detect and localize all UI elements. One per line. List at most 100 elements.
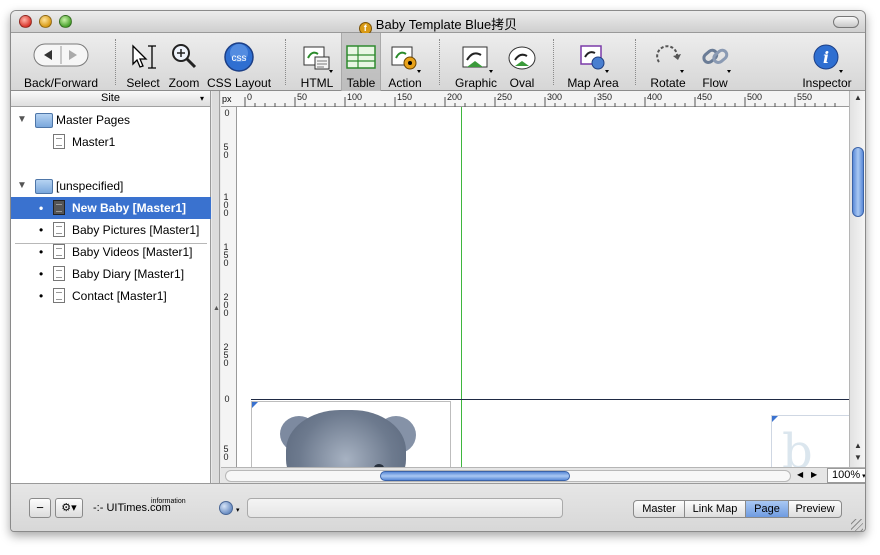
bullet-icon: •: [39, 223, 44, 237]
page-item-label: Baby Diary [Master1]: [72, 267, 185, 281]
globe-dropdown-icon[interactable]: ▾: [236, 506, 240, 514]
view-tab-link-map[interactable]: Link Map: [684, 500, 746, 518]
sidebar-splitter[interactable]: ▲: [212, 91, 220, 483]
ruler-tick: 150: [223, 242, 229, 268]
page-item-baby-videos[interactable]: • Baby Videos [Master1]: [11, 241, 211, 263]
info-icon: i: [813, 44, 843, 73]
toolbar: Back/Forward Select Zoom css CSS Layout …: [11, 33, 865, 91]
html-tool-button[interactable]: HTML: [295, 33, 339, 91]
oval-tool-button[interactable]: Oval: [503, 33, 541, 91]
master-page-item[interactable]: Master1: [11, 131, 211, 153]
action-gear-menu-button[interactable]: ⚙▾: [55, 498, 83, 518]
action-gear-icon: [391, 46, 421, 73]
page-item-baby-diary[interactable]: • Baby Diary [Master1]: [11, 263, 211, 285]
bullet-icon: •: [39, 267, 44, 281]
vertical-scrollbar[interactable]: ▲ ▲ ▼: [849, 91, 865, 467]
page-icon: [53, 134, 65, 149]
minus-label: −: [36, 500, 44, 515]
flow-tool-button[interactable]: Flow: [695, 33, 735, 91]
page-icon: [53, 266, 65, 281]
decorative-letter: b: [782, 424, 813, 467]
table-grid-icon: [346, 45, 376, 69]
graphic-tool-button[interactable]: Graphic: [451, 33, 501, 91]
master-pages-folder[interactable]: ▼ Master Pages: [11, 109, 211, 131]
site-sidebar: Site ▾ ▼ Master Pages Master1 ▼ [unspeci…: [11, 91, 211, 483]
scroll-right-icon[interactable]: ▶: [811, 470, 817, 479]
inspector-button[interactable]: i Inspector: [797, 33, 857, 91]
toolbar-separator: [635, 39, 636, 85]
box-corner-marker: [252, 402, 258, 408]
page-item-new-baby[interactable]: • New Baby [Master1]: [11, 197, 211, 219]
view-tab-page[interactable]: Page: [745, 500, 789, 518]
rotate-icon: [656, 45, 684, 73]
globe-icon[interactable]: [219, 501, 233, 515]
css-badge-text: css: [232, 53, 247, 64]
window-title: f Baby Template Blue拷贝: [11, 14, 865, 35]
zoom-level-field[interactable]: 100% ▾: [827, 468, 865, 483]
select-tool-button[interactable]: Select: [123, 33, 163, 91]
scroll-left-icon[interactable]: ◀: [797, 470, 803, 479]
horizontal-guide-line[interactable]: [251, 399, 849, 400]
ruler-unit-label: px: [222, 94, 232, 104]
folder-icon: [35, 179, 53, 194]
rotate-tool-button[interactable]: Rotate: [643, 33, 693, 91]
unspecified-folder[interactable]: ▼ [unspecified]: [11, 175, 211, 197]
graphic-box-icon: [462, 46, 493, 73]
page-icon: [53, 200, 65, 215]
table-tool-button[interactable]: Table: [341, 33, 381, 91]
folder-label: [unspecified]: [56, 179, 124, 193]
zoom-tool-button[interactable]: Zoom: [165, 33, 203, 91]
horizontal-scroll-thumb[interactable]: [380, 471, 570, 481]
vertical-scroll-thumb[interactable]: [852, 147, 864, 217]
oval-label: Oval: [509, 76, 535, 90]
title-text-box[interactable]: b: [771, 415, 849, 467]
zoom-level-value: 100%: [832, 469, 861, 481]
resize-grip-icon[interactable]: [851, 519, 863, 531]
vertical-guide-line[interactable]: [461, 107, 462, 467]
link-url-field[interactable]: [247, 498, 563, 518]
page-item-baby-pictures[interactable]: • Baby Pictures [Master1]: [11, 219, 211, 241]
box-corner-marker: [772, 416, 778, 422]
view-tab-preview[interactable]: Preview: [788, 500, 842, 518]
action-label: Action: [388, 76, 422, 90]
bullet-icon: •: [39, 201, 44, 215]
scroll-down-icon[interactable]: ▼: [851, 453, 865, 462]
disclosure-triangle-icon[interactable]: ▼: [17, 175, 27, 197]
back-forward-button[interactable]: Back/Forward: [17, 33, 105, 91]
toolbar-toggle-button[interactable]: [833, 16, 859, 28]
page-item-label: Contact [Master1]: [72, 289, 167, 303]
document-canvas[interactable]: px 0 50 100 150 200 250 300 350 400 450 …: [221, 91, 849, 467]
brand-logo-icon: -:-: [93, 502, 104, 514]
action-tool-button[interactable]: Action: [383, 33, 427, 91]
map-area-tool-button[interactable]: Map Area: [561, 33, 625, 91]
page-canvas[interactable]: b: [237, 107, 849, 467]
page-item-label: New Baby [Master1]: [72, 201, 187, 215]
bullet-icon: •: [39, 289, 44, 303]
table-label: Table: [346, 76, 376, 90]
remove-page-button[interactable]: −: [29, 498, 51, 518]
site-popup-menu[interactable]: Site ▾: [11, 91, 210, 107]
chain-link-icon: [702, 48, 731, 73]
baby-photo-box[interactable]: [251, 401, 451, 467]
collapse-arrow-icon[interactable]: ▲: [213, 305, 220, 312]
select-arrow-icon: [132, 44, 156, 69]
horizontal-scroll-arrows[interactable]: ◀ ▶: [795, 470, 825, 482]
toolbar-separator: [115, 39, 116, 85]
html-label: HTML: [300, 76, 334, 90]
view-tab-label: Link Map: [692, 503, 738, 515]
ruler-tick: 0: [224, 394, 230, 404]
scroll-up-icon[interactable]: ▲: [851, 441, 865, 450]
scroll-up-top-icon[interactable]: ▲: [851, 93, 865, 102]
horizontal-scroll-track[interactable]: [225, 470, 791, 482]
vertical-ruler: 0 50 100 150 200 250 0 50: [221, 107, 237, 467]
gear-icon: ⚙▾: [61, 502, 77, 514]
disclosure-triangle-icon[interactable]: ▼: [17, 109, 27, 131]
view-tab-label: Page: [754, 503, 780, 515]
window-title-text: Baby Template Blue拷贝: [375, 17, 518, 32]
inspector-label: Inspector: [802, 76, 852, 90]
view-tab-master[interactable]: Master: [633, 500, 685, 518]
page-item-contact[interactable]: • Contact [Master1]: [11, 285, 211, 307]
page-icon: [53, 222, 65, 237]
css-layout-tool-button[interactable]: css CSS Layout: [207, 33, 271, 91]
horizontal-scrollbar[interactable]: ◀ ▶ 100% ▾: [221, 467, 865, 483]
